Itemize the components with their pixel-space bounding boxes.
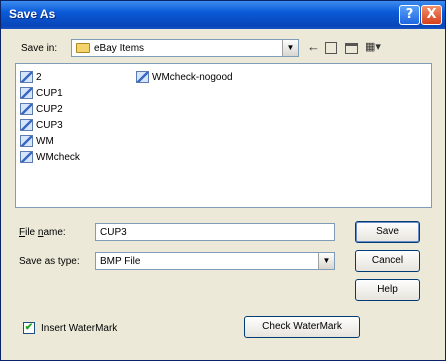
- new-folder-icon[interactable]: [345, 43, 358, 54]
- insert-watermark-label: Insert WaterMark: [41, 323, 118, 334]
- window-title: Save As: [9, 7, 56, 21]
- file-name-label: File name:: [19, 227, 66, 238]
- list-item[interactable]: CUP1: [20, 86, 63, 100]
- image-file-icon: [20, 119, 33, 131]
- save-as-dialog: Save As ? X Save in: eBay Items ▼ ← ▦▾ 2…: [0, 0, 446, 361]
- title-bar[interactable]: Save As ? X: [1, 1, 445, 29]
- image-file-icon: [20, 151, 33, 163]
- help-title-button[interactable]: ?: [399, 5, 420, 25]
- file-name-value: CUP3: [100, 227, 127, 238]
- save-type-label: Save as type:: [19, 256, 80, 267]
- folder-icon: [76, 43, 90, 53]
- insert-watermark-checkbox[interactable]: ✔: [23, 322, 35, 334]
- file-list[interactable]: 2 CUP1 CUP2 CUP3 WM WMcheck WMcheck-nogo…: [15, 63, 432, 208]
- list-item[interactable]: WMcheck-nogood: [136, 70, 233, 84]
- file-name: CUP1: [36, 87, 63, 99]
- save-type-dropdown[interactable]: BMP File ▼: [95, 252, 335, 270]
- list-item[interactable]: 2: [20, 70, 42, 84]
- image-file-icon: [20, 135, 33, 147]
- file-name: WMcheck-nogood: [152, 71, 233, 83]
- list-item[interactable]: CUP3: [20, 118, 63, 132]
- list-item[interactable]: WM: [20, 134, 54, 148]
- image-file-icon: [136, 71, 149, 83]
- view-menu-icon[interactable]: ▦▾: [365, 40, 381, 54]
- save-button[interactable]: Save: [355, 221, 420, 243]
- file-name: WM: [36, 135, 54, 147]
- save-in-value: eBay Items: [94, 43, 145, 54]
- save-in-label: Save in:: [21, 43, 58, 54]
- file-name: WMcheck: [36, 151, 80, 163]
- help-button[interactable]: Help: [355, 279, 420, 301]
- file-name: 2: [36, 71, 42, 83]
- chevron-down-icon[interactable]: ▼: [282, 40, 298, 56]
- chevron-down-icon[interactable]: ▼: [318, 253, 334, 269]
- up-folder-icon[interactable]: [325, 42, 337, 54]
- file-name-input[interactable]: CUP3: [95, 223, 335, 241]
- cancel-button[interactable]: Cancel: [355, 250, 420, 272]
- close-button[interactable]: X: [421, 5, 442, 25]
- image-file-icon: [20, 103, 33, 115]
- list-item[interactable]: CUP2: [20, 102, 63, 116]
- back-icon[interactable]: ←: [307, 40, 320, 54]
- file-name: CUP3: [36, 119, 63, 131]
- file-name: CUP2: [36, 103, 63, 115]
- image-file-icon: [20, 71, 33, 83]
- image-file-icon: [20, 87, 33, 99]
- check-watermark-button[interactable]: Check WaterMark: [244, 316, 360, 338]
- list-item[interactable]: WMcheck: [20, 150, 80, 164]
- save-in-dropdown[interactable]: eBay Items ▼: [71, 39, 299, 57]
- save-type-value: BMP File: [100, 256, 141, 267]
